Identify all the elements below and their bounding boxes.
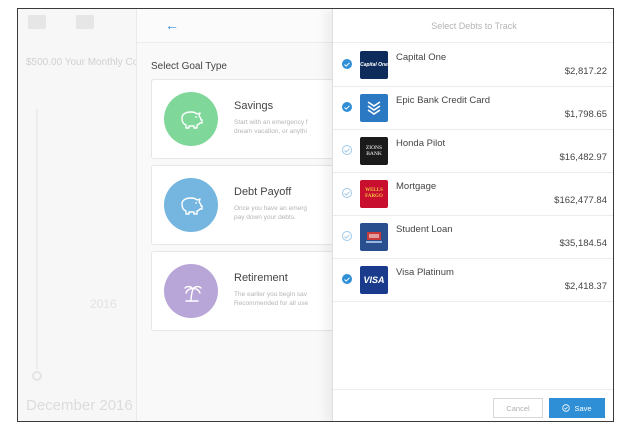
briefcase-icon xyxy=(28,15,46,29)
debt-row-student-loan[interactable]: Student Loan $35,184.54 xyxy=(333,216,613,259)
piggy-bank-icon xyxy=(164,178,218,232)
background-amount: $500.00 Your Monthly Contr xyxy=(26,57,150,68)
capital-one-logo: Capital One xyxy=(360,51,388,79)
frame: $500.00 Your Monthly Contr 2016 December… xyxy=(0,0,618,426)
debt-amount: $1,798.65 xyxy=(564,109,607,120)
background-year: 2016 xyxy=(90,297,117,311)
debt-name: Mortgage xyxy=(396,181,437,192)
student-loan-logo xyxy=(360,223,388,251)
visa-logo: VISA xyxy=(360,266,388,294)
debt-name: Capital One xyxy=(396,52,447,63)
goal-card-savings[interactable]: Savings Start with an emergency f dream v… xyxy=(151,79,361,159)
palm-tree-icon xyxy=(164,264,218,318)
debt-name: Visa Platinum xyxy=(396,267,454,278)
select-debts-panel: Select Debts to Track Capital One Capita… xyxy=(332,9,613,421)
check-icon[interactable] xyxy=(342,274,352,284)
background-date: December 2016 xyxy=(26,397,133,414)
debt-amount: $2,418.37 xyxy=(564,281,607,292)
goal-name: Retirement xyxy=(234,272,288,284)
list-icon xyxy=(76,15,94,29)
goal-name: Savings xyxy=(234,100,274,112)
back-arrow-icon[interactable]: ← xyxy=(165,17,179,33)
debt-panel-footer: Cancel Save xyxy=(333,389,613,421)
debt-row-mortgage[interactable]: WELLS FARGO Mortgage $162,477.84 xyxy=(333,173,613,216)
debt-panel-title: Select Debts to Track xyxy=(333,9,613,43)
debt-name: Student Loan xyxy=(396,224,453,235)
debt-name: Honda Pilot xyxy=(396,138,446,149)
cancel-button[interactable]: Cancel xyxy=(493,398,543,418)
check-icon[interactable] xyxy=(342,145,352,155)
app-screen: $500.00 Your Monthly Contr 2016 December… xyxy=(17,8,614,422)
timeline-dot xyxy=(32,371,42,381)
debt-row-honda-pilot[interactable]: ZIONS BANK Honda Pilot $16,482.97 xyxy=(333,130,613,173)
check-icon[interactable] xyxy=(342,231,352,241)
save-button[interactable]: Save xyxy=(549,398,605,418)
goal-card-debt-payoff[interactable]: Debt Payoff Once you have an emerg pay do… xyxy=(151,165,361,245)
debt-amount: $2,817.22 xyxy=(564,66,607,77)
timeline-line xyxy=(36,109,38,369)
debt-name: Epic Bank Credit Card xyxy=(396,95,490,106)
piggy-bank-icon xyxy=(164,92,218,146)
background-dashboard: $500.00 Your Monthly Contr 2016 December… xyxy=(18,9,150,421)
check-circle-icon xyxy=(562,404,571,412)
debt-amount: $16,482.97 xyxy=(559,152,607,163)
debt-row-capital-one[interactable]: Capital One Capital One $2,817.22 xyxy=(333,44,613,87)
goal-panel-header: ← xyxy=(137,9,356,43)
save-label: Save xyxy=(574,403,592,413)
background-nav xyxy=(28,15,94,29)
check-icon[interactable] xyxy=(342,188,352,198)
debt-amount: $162,477.84 xyxy=(554,195,607,206)
epic-bank-logo xyxy=(360,94,388,122)
goal-type-panel: ← Select Goal Type Savings Start with an… xyxy=(136,9,361,421)
wells-fargo-logo: WELLS FARGO xyxy=(360,180,388,208)
zions-bank-logo: ZIONS BANK xyxy=(360,137,388,165)
debt-amount: $35,184.54 xyxy=(559,238,607,249)
check-icon[interactable] xyxy=(342,102,352,112)
goal-card-retirement[interactable]: Retirement The earlier you begin sav Reco… xyxy=(151,251,361,331)
check-icon[interactable] xyxy=(342,59,352,69)
debt-row-visa-platinum[interactable]: VISA Visa Platinum $2,418.37 xyxy=(333,259,613,302)
goal-panel-title: Select Goal Type xyxy=(151,61,227,72)
debt-row-epic-bank-credit-card[interactable]: Epic Bank Credit Card $1,798.65 xyxy=(333,87,613,130)
goal-name: Debt Payoff xyxy=(234,186,292,198)
